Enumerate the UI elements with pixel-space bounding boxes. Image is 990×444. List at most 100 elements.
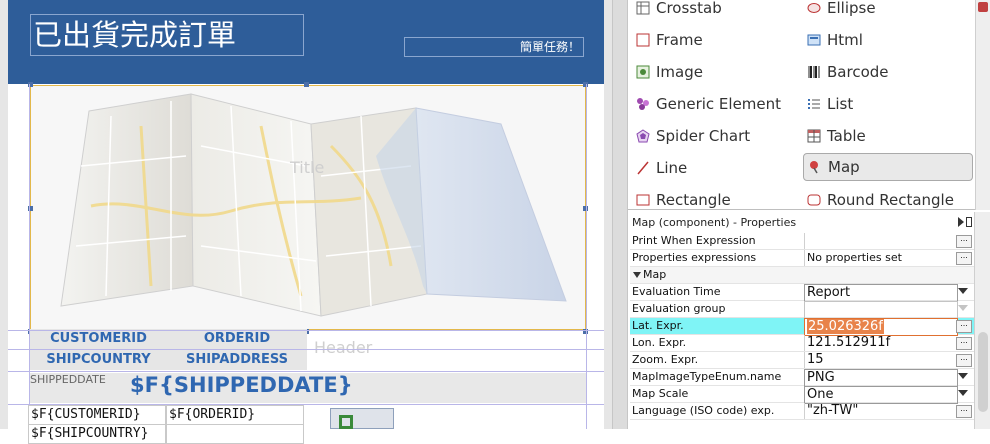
rectangle-icon (636, 193, 650, 207)
evaluation-group-select[interactable] (804, 301, 958, 319)
map-image-type-select[interactable]: PNG (804, 369, 958, 387)
palette-item-barcode[interactable]: Barcode (807, 58, 967, 86)
report-subtitle-textfield[interactable]: 簡單任務！ (404, 37, 584, 57)
palette-item-round-rectangle[interactable]: Round Rectangle (807, 186, 973, 214)
panel-splitter[interactable] (612, 0, 628, 429)
spider-chart-icon (636, 129, 650, 143)
column-header-orderid[interactable]: ORDERID (167, 329, 307, 349)
band-divider (8, 371, 604, 372)
detail-field[interactable] (166, 424, 304, 444)
report-title-textfield[interactable]: 已出貨完成訂單 (30, 14, 304, 56)
palette-item-label: Frame (656, 31, 703, 49)
property-name: Lon. Expr. (632, 336, 687, 349)
barcode-icon (807, 65, 821, 79)
chevron-down-icon[interactable] (958, 373, 968, 379)
property-value[interactable]: No properties set (804, 250, 957, 266)
palette-item-frame[interactable]: Frame (636, 26, 796, 54)
generic-element-icon (636, 97, 650, 111)
property-name: Evaluation group (632, 302, 726, 315)
map-component[interactable] (30, 85, 586, 330)
property-value[interactable] (804, 233, 957, 249)
shipcountry-field[interactable]: $F{SHIPCOUNTRY} (28, 424, 166, 444)
palette-item-label: Image (656, 63, 703, 81)
palette-item-rectangle[interactable]: Rectangle (636, 186, 796, 214)
palette-item-label: Crosstab (656, 0, 722, 17)
evaluation-time-select[interactable]: Report (804, 284, 958, 302)
palette-item-label: Map (828, 158, 860, 176)
lat-expr-input[interactable]: 25.026326f (804, 318, 958, 336)
chevron-down-icon[interactable] (958, 305, 968, 311)
palette-item-list[interactable]: List (807, 90, 967, 118)
property-row-map-image-type[interactable]: MapImageTypeEnum.name PNG (630, 369, 974, 387)
palette-item-label: Table (827, 127, 866, 145)
line-icon (636, 161, 650, 175)
shippeddate-field[interactable]: $F{SHIPPEDDATE} (130, 373, 353, 397)
property-value[interactable]: 121.512911f (804, 335, 957, 351)
ellipsis-button[interactable]: ... (956, 354, 972, 367)
property-value[interactable]: "zh-TW" (804, 403, 957, 419)
column-header-customerid[interactable]: CUSTOMERID (30, 329, 167, 349)
palette-item-label: List (827, 95, 854, 113)
palette-item-crosstab[interactable]: Crosstab (636, 0, 796, 22)
html-icon (807, 33, 821, 47)
ellipsis-button[interactable]: ... (956, 252, 972, 265)
header-band-label: Header (314, 338, 373, 357)
ellipsis-button[interactable]: ... (956, 235, 972, 248)
property-row-zoom-expr[interactable]: Zoom. Expr. 15 ... (630, 352, 974, 369)
palette-item-generic-element[interactable]: Generic Element (636, 90, 796, 118)
selected-text: 25.026326f (807, 319, 884, 334)
image-icon (636, 65, 650, 79)
palette-item-html[interactable]: Html (807, 26, 967, 54)
chevron-down-icon[interactable] (958, 390, 968, 396)
map-illustration-icon (60, 93, 567, 317)
table-icon (807, 129, 821, 143)
customerid-field[interactable]: $F{CUSTOMERID} (28, 405, 166, 425)
map-pin-icon (808, 160, 822, 174)
property-name: Lat. Expr. (632, 319, 684, 332)
palette-item-spider-chart[interactable]: Spider Chart (636, 122, 796, 150)
property-row-evaluation-time[interactable]: Evaluation Time Report (630, 284, 974, 302)
column-header-shipaddress[interactable]: SHIPADDRESS (167, 350, 307, 370)
chevron-down-icon[interactable] (958, 288, 968, 294)
column-header-shipcountry[interactable]: SHIPCOUNTRY (30, 350, 167, 370)
property-row-lon-expr[interactable]: Lon. Expr. 121.512911f ... (630, 335, 974, 352)
frame-icon (636, 33, 650, 47)
palette-item-label: Html (827, 31, 863, 49)
property-row-print-when-expression[interactable]: Print When Expression ... (630, 233, 974, 250)
properties-scrollbar[interactable] (974, 212, 990, 429)
collapse-triangle-icon[interactable] (633, 272, 641, 278)
palette-item-line[interactable]: Line (636, 154, 796, 182)
property-category-map[interactable]: Map (630, 267, 974, 284)
crosstab-icon (636, 1, 650, 15)
orderid-field[interactable]: $F{ORDERID} (166, 405, 304, 425)
ellipsis-button[interactable]: ... (956, 405, 972, 418)
band-divider (8, 349, 604, 350)
palette-item-ellipse[interactable]: Ellipse (807, 0, 967, 22)
map-scale-select[interactable]: One (804, 386, 958, 404)
property-row-language[interactable]: Language (ISO code) exp. "zh-TW" ... (630, 403, 974, 420)
property-row-map-scale[interactable]: Map Scale One (630, 386, 974, 404)
minimize-panel-icon[interactable] (966, 217, 972, 227)
resize-handle-n[interactable] (304, 82, 309, 87)
ellipsis-button[interactable]: ... (956, 320, 972, 333)
palette-item-map[interactable]: Map (803, 153, 973, 181)
ellipse-icon (807, 1, 821, 15)
title-band-label: Title (290, 158, 325, 177)
palette-item-table[interactable]: Table (807, 122, 967, 150)
palette-item-label: Ellipse (827, 0, 876, 17)
margin-guide (586, 84, 587, 429)
image-element[interactable] (330, 408, 394, 429)
shippeddate-label[interactable]: SHIPPEDDATE (30, 373, 106, 386)
palette-item-image[interactable]: Image (636, 58, 796, 86)
property-value[interactable]: 15 (804, 352, 957, 368)
palette-item-label: Rectangle (656, 191, 731, 209)
palette-scrollbar[interactable] (975, 0, 990, 210)
property-row-evaluation-group[interactable]: Evaluation group (630, 301, 974, 319)
property-row-lat-expr[interactable]: Lat. Expr. 25.026326f ... (630, 318, 974, 336)
property-name: Properties expressions (632, 251, 757, 264)
round-rectangle-icon (807, 193, 821, 207)
property-row-properties-expressions[interactable]: Properties expressions No properties set… (630, 250, 974, 267)
ellipsis-button[interactable]: ... (956, 337, 972, 350)
scrollbar-thumb[interactable] (978, 332, 988, 412)
panel-menu-icon[interactable] (958, 217, 964, 227)
